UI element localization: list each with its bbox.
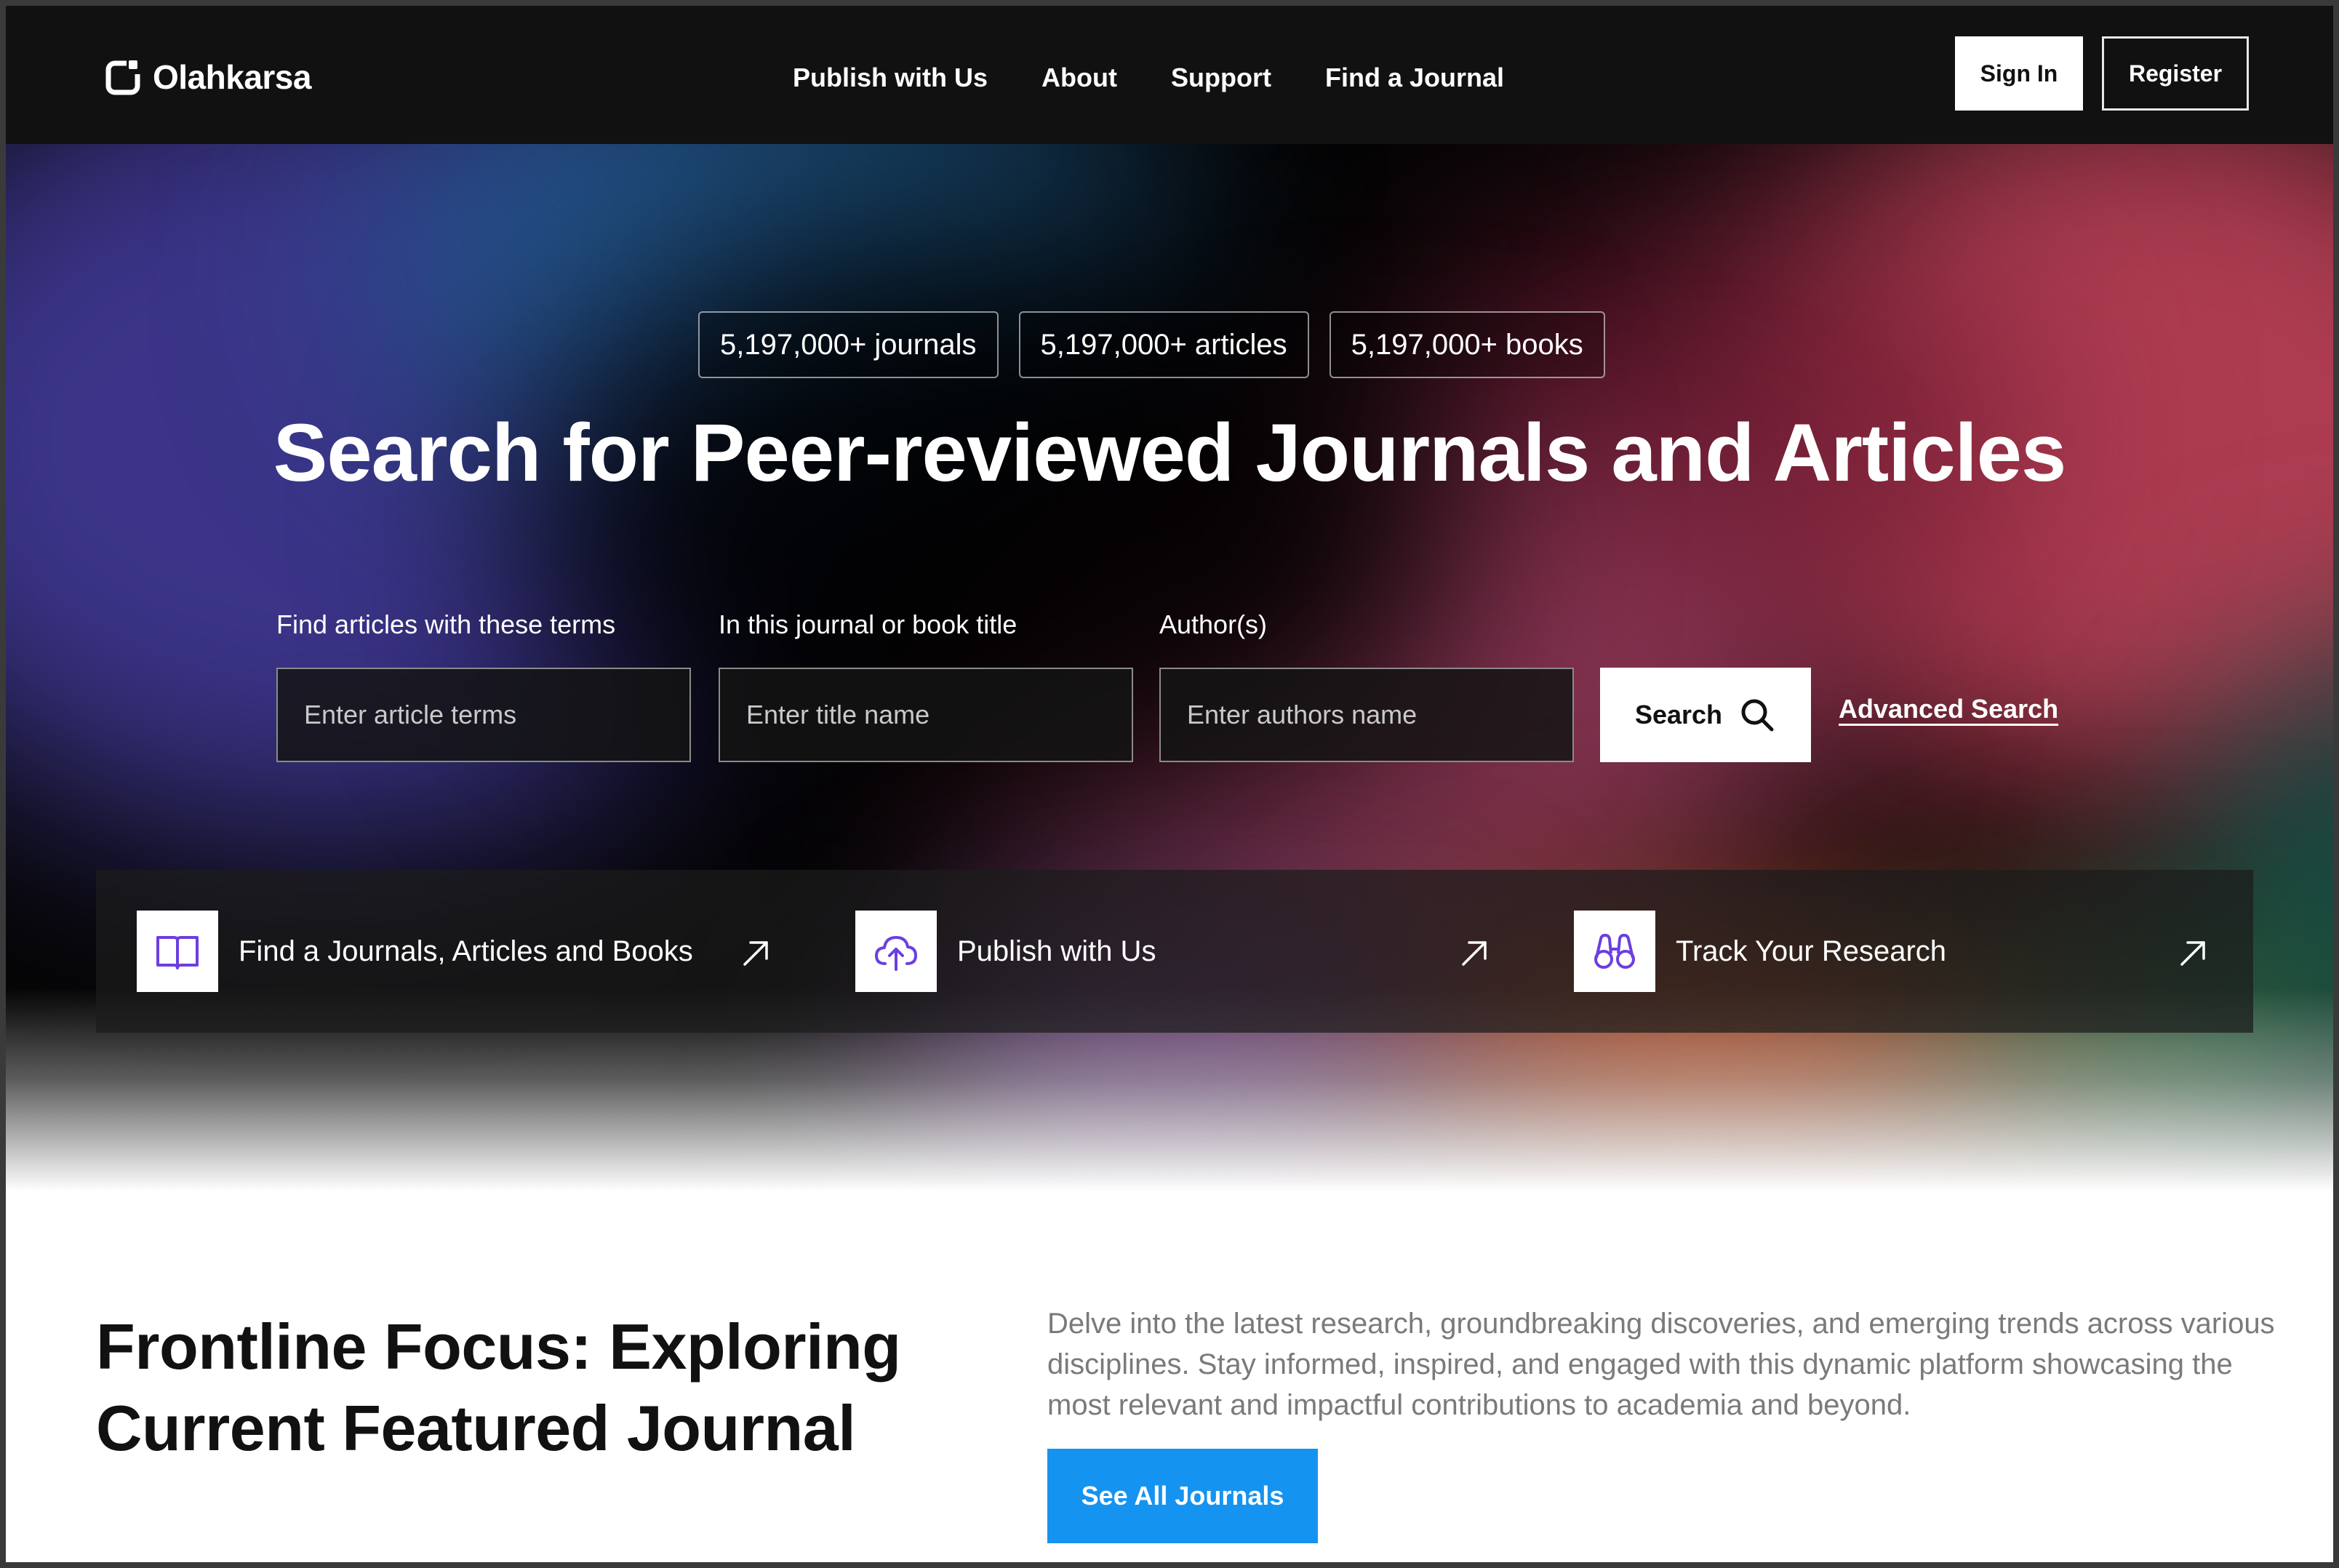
nav-link-find-journal[interactable]: Find a Journal xyxy=(1325,58,1504,97)
binoculars-icon xyxy=(1594,934,1635,969)
stat-articles: 5,197,000+ articles xyxy=(1018,311,1309,378)
card-track-research[interactable]: Track Your Research xyxy=(1533,870,2252,1033)
title-name-input[interactable] xyxy=(719,668,1133,762)
nav-link-support[interactable]: Support xyxy=(1171,58,1271,97)
arrow-up-right-icon xyxy=(2180,941,2205,966)
logo-icon xyxy=(105,58,143,95)
card-icon-box xyxy=(855,911,937,992)
hero-title: Search for Peer-reviewed Journals and Ar… xyxy=(273,407,2067,498)
hero-section: 5,197,000+ journals 5,197,000+ articles … xyxy=(6,144,2333,1191)
brand-name: Olahkarsa xyxy=(153,58,311,96)
author-name-input[interactable] xyxy=(1159,668,1574,762)
featured-title: Frontline Focus: Exploring Current Featu… xyxy=(96,1311,901,1464)
advanced-search-link[interactable]: Advanced Search xyxy=(1839,694,2058,724)
stat-books: 5,197,000+ books xyxy=(1329,311,1605,378)
nav-link-publish[interactable]: Publish with Us xyxy=(793,58,988,97)
card-icon-box xyxy=(1574,911,1655,992)
author-label: Author(s) xyxy=(1159,609,1268,639)
register-button[interactable]: Register xyxy=(2102,36,2249,111)
featured-description: Delve into the latest research, groundbr… xyxy=(1047,1308,2275,1421)
title-label: In this journal or book title xyxy=(719,609,1017,639)
arrow-up-right-icon xyxy=(1462,941,1487,966)
search-button-label: Search xyxy=(1634,700,1723,729)
card-label: Publish with Us xyxy=(957,935,1156,967)
card-label: Find a Journals, Articles and Books xyxy=(239,935,693,967)
cloud-upload-icon xyxy=(875,936,917,971)
main-nav: Publish with Us About Support Find a Jou… xyxy=(793,58,1558,97)
quick-links-bar: Find a Journals, Articles and Books Publ… xyxy=(96,870,2253,1033)
top-navbar: Olahkarsa Publish with Us About Support … xyxy=(6,6,2333,144)
terms-label: Find articles with these terms xyxy=(276,609,616,639)
card-find-journals[interactable]: Find a Journals, Articles and Books xyxy=(96,870,815,1033)
nav-link-about[interactable]: About xyxy=(1041,58,1117,97)
article-terms-input[interactable] xyxy=(276,668,691,762)
book-open-icon xyxy=(156,936,199,969)
card-publish[interactable]: Publish with Us xyxy=(815,870,1533,1033)
card-label: Track Your Research xyxy=(1676,935,1947,967)
brand-logo[interactable]: Olahkarsa xyxy=(105,55,311,99)
card-icon-box xyxy=(137,911,218,992)
arrow-up-right-icon xyxy=(743,941,768,966)
search-button[interactable]: Search xyxy=(1600,668,1811,762)
see-all-journals-button[interactable]: See All Journals xyxy=(1047,1449,1318,1543)
sign-in-button[interactable]: Sign In xyxy=(1955,36,2083,111)
search-icon xyxy=(1741,699,1774,732)
page: Olahkarsa Publish with Us About Support … xyxy=(0,0,2339,1568)
stat-journals: 5,197,000+ journals xyxy=(698,311,999,378)
stats-row: 5,197,000+ journals 5,197,000+ articles … xyxy=(698,311,1605,378)
